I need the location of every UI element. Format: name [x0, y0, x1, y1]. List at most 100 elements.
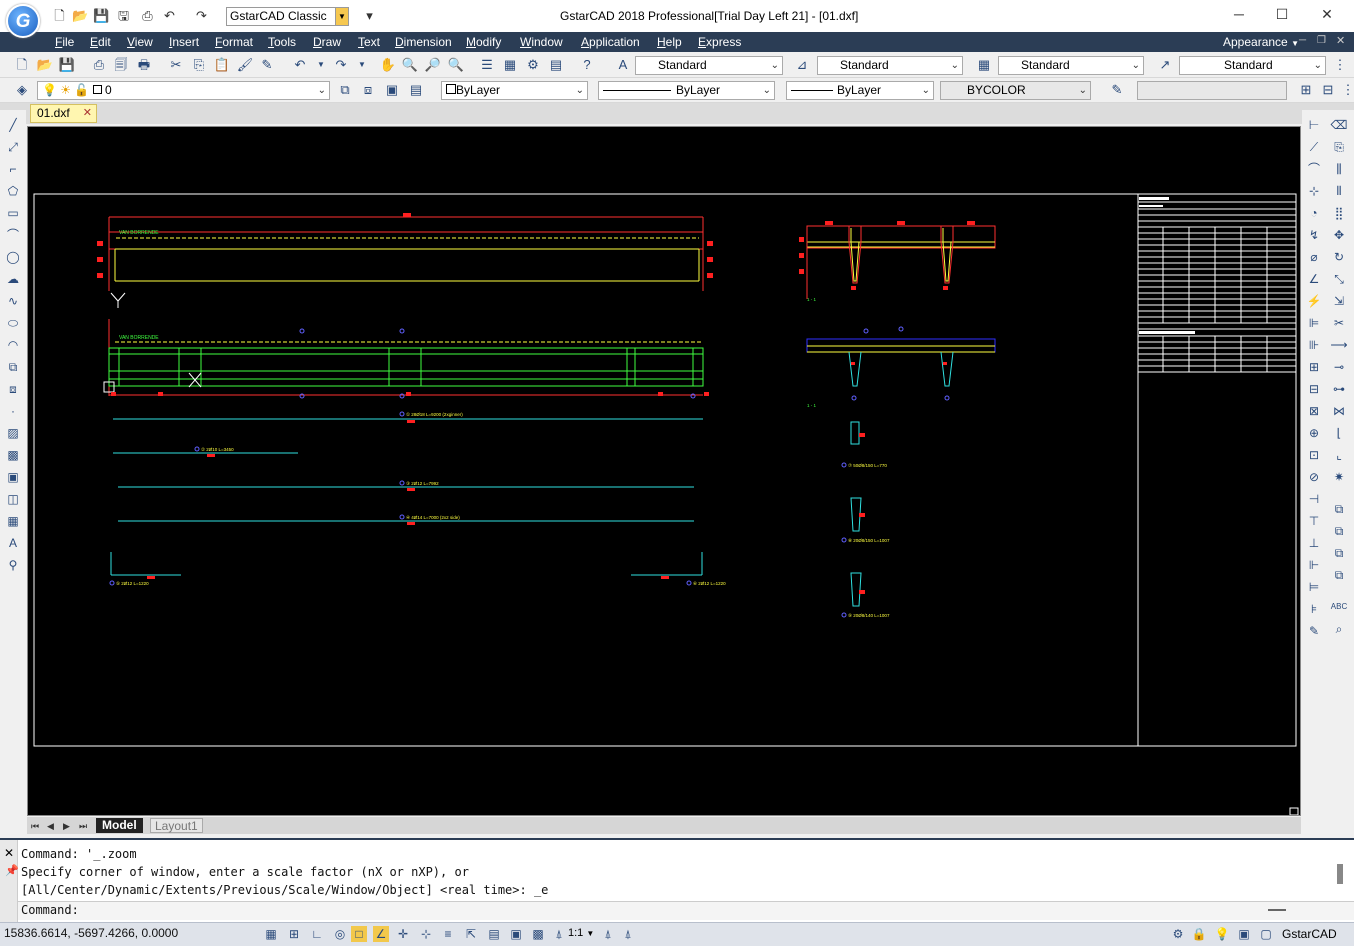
scale-icon[interactable]: ⤡ — [1330, 270, 1348, 288]
appearance-menu[interactable]: Appearance ▼ — [1223, 35, 1299, 49]
pin-icon[interactable]: 📌 — [5, 864, 19, 877]
layer-previous-icon[interactable]: ⧈ — [359, 81, 377, 99]
dim-reassociate-icon[interactable]: ⊧ — [1305, 600, 1323, 618]
layer-uniso-icon[interactable]: ⧉ — [1330, 522, 1348, 540]
publish-icon[interactable]: 🖶 — [135, 56, 153, 74]
last-layout-icon[interactable]: ⏭ — [79, 821, 87, 832]
mtext-icon[interactable]: A — [4, 534, 22, 552]
region-icon[interactable]: ▣ — [4, 468, 22, 486]
polar-icon[interactable]: ◎ — [332, 926, 348, 942]
doc-restore-icon[interactable]: ❐ — [1317, 35, 1326, 46]
block-editor-icon[interactable]: ✎ — [258, 56, 276, 74]
redo-icon[interactable]: ↷ — [194, 8, 209, 23]
close-button[interactable]: ✕ — [1312, 6, 1342, 24]
layer-off-icon[interactable]: ⧉ — [1330, 544, 1348, 562]
annotation-scale[interactable]: 1:1 ▼ — [568, 927, 594, 939]
erase-icon[interactable]: ⌫ — [1330, 116, 1348, 134]
dim-style-icon[interactable]: ⊩ — [1305, 556, 1323, 574]
inspection-icon[interactable]: ⊡ — [1305, 446, 1323, 464]
tab-model[interactable]: Model — [96, 818, 143, 833]
linear-dim-icon[interactable]: ⊢ — [1305, 116, 1323, 134]
continue-dim-icon[interactable]: ⊪ — [1305, 336, 1323, 354]
close-tab-icon[interactable]: ✕ — [83, 105, 92, 122]
zoom-window-icon[interactable]: 🔎 — [424, 56, 442, 74]
rotate-icon[interactable]: ↻ — [1330, 248, 1348, 266]
tool-search-field[interactable] — [1137, 81, 1287, 100]
wipeout-icon[interactable]: ◫ — [4, 490, 22, 508]
menu-dimension[interactable]: Dimension — [395, 35, 452, 49]
maximize-button[interactable]: ☐ — [1267, 6, 1297, 24]
move-icon[interactable]: ✥ — [1330, 226, 1348, 244]
pan-icon[interactable]: ✋ — [379, 56, 397, 74]
open-file-icon[interactable]: 📂 — [72, 8, 88, 23]
hardware-acceleration-icon[interactable]: ▣ — [1236, 926, 1252, 942]
next-layout-icon[interactable]: ▶ — [63, 821, 70, 832]
aligned-dim-icon[interactable]: ⟋ — [1305, 138, 1323, 156]
dynamic-ucs-icon[interactable]: ✛ — [395, 926, 411, 942]
properties-palette-icon[interactable]: ✎ — [1108, 81, 1126, 99]
join-icon[interactable]: ⋈ — [1330, 402, 1348, 420]
table-style-icon[interactable]: ▦ — [975, 56, 993, 74]
annotation-scale-icon[interactable]: ⍋ — [551, 926, 567, 942]
plot-icon[interactable]: ⎙ — [90, 56, 108, 74]
open-icon[interactable]: 📂 — [36, 56, 54, 74]
plotstyle-select[interactable]: BYCOLOR ⌄ — [940, 81, 1091, 100]
lock-icon[interactable]: 🔒 — [1191, 926, 1207, 942]
menu-text[interactable]: Text — [358, 35, 380, 49]
array-icon[interactable]: ⣿ — [1330, 204, 1348, 222]
toolbar-options-icon[interactable]: ⋮ — [1339, 81, 1354, 99]
ellipse-icon[interactable]: ⬭ — [4, 314, 22, 332]
table-icon[interactable]: ▦ — [4, 512, 22, 530]
text-style-icon[interactable]: A — [614, 56, 632, 74]
fillet-icon[interactable]: ⌞ — [1330, 446, 1348, 464]
annotation-auto-icon[interactable]: ⍋ — [620, 926, 636, 942]
minimize-button[interactable]: ─ — [1224, 6, 1254, 24]
menu-window[interactable]: Window — [520, 35, 563, 49]
explode-icon[interactable]: ✷ — [1330, 468, 1348, 486]
trim-icon[interactable]: ✂ — [1330, 314, 1348, 332]
menu-modify[interactable]: Modify — [466, 35, 501, 49]
menu-file[interactable]: File — [55, 35, 74, 49]
xline-icon[interactable]: ⤢ — [4, 138, 22, 156]
center-mark-icon[interactable]: ⊕ — [1305, 424, 1323, 442]
lineweight-icon[interactable]: ≡ — [440, 926, 456, 942]
doc-minimize-icon[interactable]: ─ — [1299, 35, 1306, 46]
point-icon[interactable]: · — [4, 402, 22, 420]
drawing-canvas[interactable]: VAN BORRENDE VAN BORRENDE ① 28Ø18 L=9200… — [27, 126, 1301, 816]
layer-freeze-icon[interactable]: ⧉ — [1330, 566, 1348, 584]
hatch-icon[interactable]: ▨ — [4, 424, 22, 442]
mleader-style-select[interactable]: Standard ⌄ — [1179, 56, 1326, 75]
menu-draw[interactable]: Draw — [313, 35, 341, 49]
calculator-icon[interactable]: ▤ — [547, 56, 565, 74]
layer-tools-icon[interactable]: ▤ — [407, 81, 425, 99]
prev-layout-icon[interactable]: ◀ — [47, 821, 54, 832]
insert-block-icon[interactable]: ⧉ — [4, 358, 22, 376]
layer-states-icon[interactable]: ▣ — [383, 81, 401, 99]
new-icon[interactable]: 🗋 — [13, 56, 31, 74]
lineweight-select[interactable]: ByLayer ⌄ — [786, 81, 934, 100]
circle-icon[interactable]: ◯ — [4, 248, 22, 266]
ellipse-arc-icon[interactable]: ◠ — [4, 336, 22, 354]
diameter-dim-icon[interactable]: ⌀ — [1305, 248, 1323, 266]
chevron-down-icon[interactable]: ▼ — [312, 56, 330, 74]
dim-override-icon[interactable]: ⊨ — [1305, 578, 1323, 596]
radius-dim-icon[interactable]: ◔ — [1305, 204, 1323, 222]
gradient-icon[interactable]: ▩ — [4, 446, 22, 464]
annotation-visibility-icon[interactable]: ▩ — [530, 926, 546, 942]
design-center-icon[interactable]: ▦ — [501, 56, 519, 74]
cut-icon[interactable]: ✂ — [167, 56, 185, 74]
selection-cycling-icon[interactable]: ⇱ — [463, 926, 479, 942]
menu-application[interactable]: Application — [581, 35, 640, 49]
tolerance-icon[interactable]: ⊠ — [1305, 402, 1323, 420]
polygon-icon[interactable]: ⬠ — [4, 182, 22, 200]
grid-icon[interactable]: ⊞ — [286, 926, 302, 942]
print-icon[interactable]: ⎙ — [140, 8, 155, 23]
redo-icon[interactable]: ↷ — [332, 56, 350, 74]
angular-dim-icon[interactable]: ∠ — [1305, 270, 1323, 288]
lightbulb-icon[interactable]: 💡 — [1214, 926, 1230, 942]
otrack-icon[interactable]: ∠ — [373, 926, 389, 942]
text-style-select[interactable]: Standard ⌄ — [635, 56, 783, 75]
gear-icon[interactable]: ⚙ — [1170, 926, 1186, 942]
chevron-down-icon[interactable]: ▼ — [353, 56, 371, 74]
menu-tools[interactable]: Tools — [268, 35, 296, 49]
